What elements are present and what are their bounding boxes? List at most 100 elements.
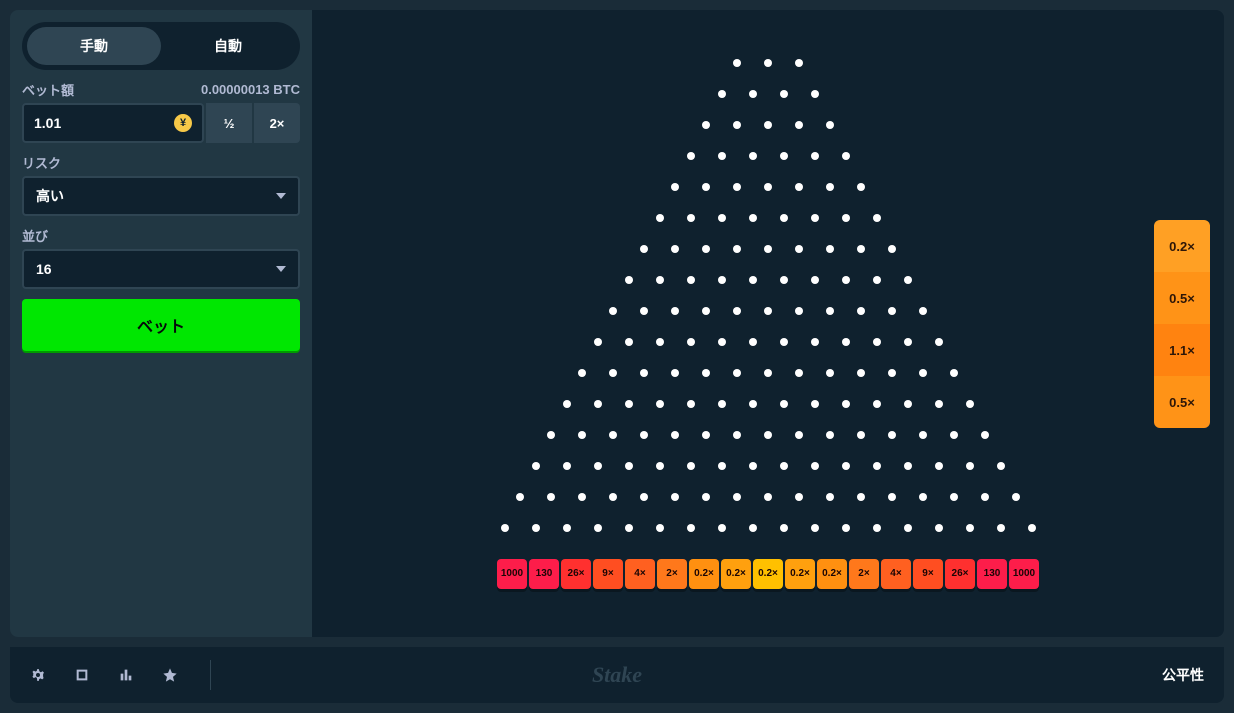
peg: [780, 524, 788, 532]
bet-amount-label: ベット額: [22, 80, 74, 99]
manual-tab[interactable]: 手動: [27, 27, 161, 65]
peg: [888, 307, 896, 315]
square-icon[interactable]: [74, 667, 90, 683]
rows-value: 16: [36, 261, 52, 277]
peg: [594, 462, 602, 470]
peg: [811, 276, 819, 284]
peg: [764, 245, 772, 253]
peg: [702, 493, 710, 501]
peg: [780, 462, 788, 470]
stats-icon[interactable]: [118, 667, 134, 683]
peg: [935, 400, 943, 408]
peg: [625, 524, 633, 532]
peg: [904, 524, 912, 532]
peg: [594, 524, 602, 532]
peg: [764, 121, 772, 129]
peg: [857, 369, 865, 377]
peg: [687, 524, 695, 532]
brand-logo: Stake: [592, 662, 642, 688]
peg: [501, 524, 509, 532]
peg: [935, 524, 943, 532]
double-button[interactable]: 2×: [254, 103, 300, 143]
peg: [842, 338, 850, 346]
risk-label: リスク: [22, 153, 61, 172]
peg: [702, 183, 710, 191]
peg: [857, 307, 865, 315]
peg: [733, 59, 741, 67]
peg: [718, 400, 726, 408]
peg: [749, 152, 757, 160]
peg: [718, 214, 726, 222]
peg: [826, 493, 834, 501]
payout-slot: 130: [977, 559, 1007, 589]
peg: [919, 307, 927, 315]
peg: [857, 431, 865, 439]
peg: [671, 183, 679, 191]
peg-row: [671, 183, 865, 191]
peg: [780, 90, 788, 98]
peg: [842, 214, 850, 222]
payout-slot: 26×: [561, 559, 591, 589]
peg: [718, 338, 726, 346]
peg: [609, 431, 617, 439]
rows-group: 並び 16: [22, 226, 300, 289]
chevron-down-icon: [276, 193, 286, 199]
star-icon[interactable]: [162, 667, 178, 683]
peg: [749, 338, 757, 346]
peg: [687, 338, 695, 346]
gear-icon[interactable]: [30, 667, 46, 683]
peg: [826, 369, 834, 377]
peg: [578, 369, 586, 377]
bet-amount-group: ベット額 0.00000013 BTC ¥ ½ 2×: [22, 80, 300, 143]
peg: [1012, 493, 1020, 501]
fairness-link[interactable]: 公平性: [1162, 665, 1204, 685]
peg-row: [516, 493, 1020, 501]
peg: [981, 431, 989, 439]
peg: [935, 462, 943, 470]
peg: [950, 493, 958, 501]
peg: [795, 493, 803, 501]
peg: [811, 400, 819, 408]
bet-amount-input[interactable]: [34, 115, 134, 131]
payout-slot: 1000: [497, 559, 527, 589]
result-history: 0.2×0.5×1.1×0.5×: [1154, 220, 1210, 428]
history-item: 1.1×: [1154, 324, 1210, 376]
peg: [826, 183, 834, 191]
peg: [656, 524, 664, 532]
peg: [687, 276, 695, 284]
payout-slot: 0.2×: [721, 559, 751, 589]
peg: [780, 276, 788, 284]
rows-select[interactable]: 16: [22, 249, 300, 289]
peg: [733, 121, 741, 129]
peg: [764, 493, 772, 501]
peg: [656, 276, 664, 284]
peg: [950, 431, 958, 439]
peg: [764, 431, 772, 439]
peg: [888, 431, 896, 439]
peg: [811, 90, 819, 98]
peg-row: [733, 59, 803, 67]
peg: [997, 524, 1005, 532]
peg: [733, 245, 741, 253]
peg: [966, 462, 974, 470]
bet-button[interactable]: ベット: [22, 299, 300, 351]
peg: [873, 276, 881, 284]
peg-row: [625, 276, 912, 284]
peg: [873, 400, 881, 408]
peg: [935, 338, 943, 346]
peg: [904, 338, 912, 346]
peg: [764, 369, 772, 377]
peg: [718, 276, 726, 284]
peg: [687, 152, 695, 160]
peg: [795, 245, 803, 253]
peg: [718, 462, 726, 470]
half-button[interactable]: ½: [206, 103, 252, 143]
peg: [702, 307, 710, 315]
risk-select[interactable]: 高い: [22, 176, 300, 216]
peg: [842, 462, 850, 470]
auto-tab[interactable]: 自動: [161, 27, 295, 65]
peg: [656, 214, 664, 222]
peg: [656, 462, 664, 470]
payout-slot: 9×: [913, 559, 943, 589]
peg-row: [702, 121, 834, 129]
